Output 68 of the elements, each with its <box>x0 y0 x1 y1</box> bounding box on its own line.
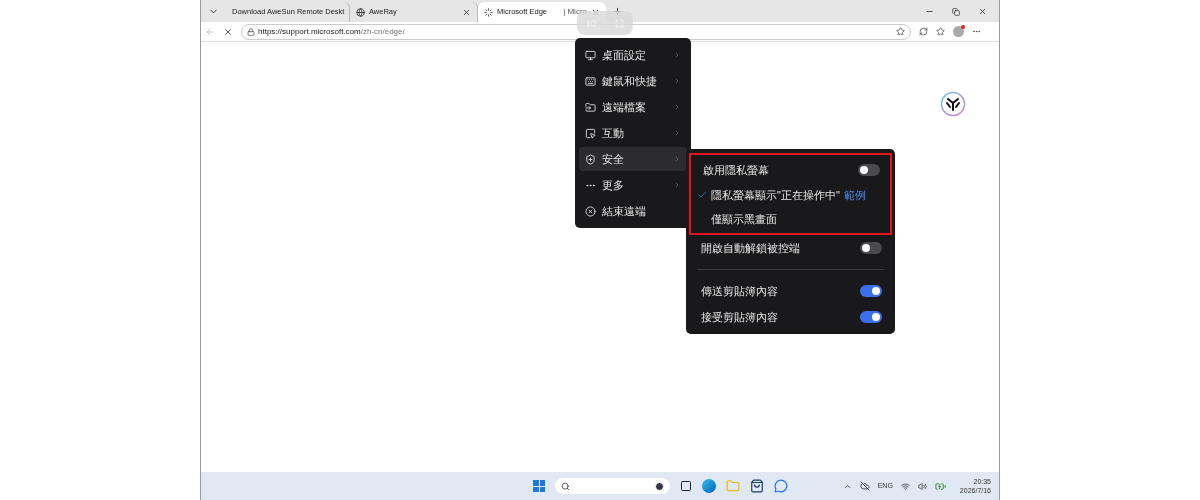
battery-icon[interactable] <box>934 480 946 492</box>
submenu-item[interactable]: 隱私螢幕顯示"正在操作中" 範例 <box>691 183 890 207</box>
menu-item[interactable]: 鍵鼠和快捷 <box>579 69 687 93</box>
folder-icon <box>585 101 596 113</box>
submenu-item[interactable]: 開啟自動解鎖被控端 <box>689 235 892 261</box>
more-icon[interactable] <box>972 27 981 36</box>
chat-icon[interactable] <box>774 479 789 493</box>
menu-item[interactable]: 結束遠端 <box>579 199 687 223</box>
menu-label: 結束遠端 <box>602 203 647 219</box>
submenu-item[interactable]: 傳送剪貼簿內容 <box>689 278 892 304</box>
chevron-right-icon <box>673 181 681 189</box>
favorites-icon[interactable] <box>936 27 945 36</box>
option-label: 啟用隱私螢幕 <box>703 162 769 178</box>
url-text: https://support.microsoft.com/zh-cn/edge/ <box>258 25 405 38</box>
toggle-switch[interactable] <box>858 164 880 176</box>
wifi-icon[interactable] <box>900 481 910 491</box>
close-icon[interactable] <box>462 7 471 17</box>
menu-label: 鍵鼠和快捷 <box>602 73 658 89</box>
menu-item[interactable]: 互動 <box>579 121 687 145</box>
submenu-item[interactable]: 啟用隱私螢幕 <box>691 157 890 183</box>
option-label: 僅顯示黑畫面 <box>711 211 777 227</box>
restore-icon[interactable] <box>952 7 960 16</box>
menu-label: 安全 <box>602 151 625 167</box>
menu-item[interactable]: 安全 <box>579 147 687 171</box>
chevron-right-icon <box>673 129 681 137</box>
search-icon <box>561 481 571 491</box>
submenu-item[interactable]: 僅顯示黑畫面 <box>691 207 890 231</box>
close-circle-icon <box>585 205 596 217</box>
cloud-off-icon[interactable] <box>859 481 870 491</box>
menu-label: 遠端檔案 <box>602 99 647 115</box>
example-link[interactable]: 範例 <box>843 186 866 204</box>
loading-icon <box>484 7 493 17</box>
monitor-icon <box>585 49 596 61</box>
toggle-switch[interactable] <box>860 242 882 254</box>
globe-icon <box>356 7 365 17</box>
menu-item[interactable]: 更多 <box>579 173 687 197</box>
toggle-switch[interactable] <box>860 311 882 323</box>
option-label: 傳送剪貼簿內容 <box>701 283 778 299</box>
logo-icon <box>940 91 966 117</box>
refresh-icon[interactable] <box>919 27 928 36</box>
menu-label: 桌面設定 <box>602 47 647 63</box>
store-icon[interactable] <box>750 479 765 493</box>
cursor-window-icon <box>585 127 596 139</box>
chevron-right-icon <box>673 155 681 163</box>
lock-icon <box>247 27 255 36</box>
menu-item[interactable]: 桌面設定 <box>579 43 687 67</box>
chevron-right-icon <box>673 77 681 85</box>
submenu-item[interactable]: 接受剪貼簿內容 <box>689 304 892 330</box>
volume-icon[interactable] <box>917 481 927 491</box>
start-icon[interactable] <box>533 480 546 492</box>
profile-avatar[interactable] <box>953 26 964 37</box>
favorite-icon[interactable] <box>896 27 905 36</box>
stop-icon[interactable] <box>223 26 233 37</box>
task-view-icon[interactable] <box>680 480 693 492</box>
keyboard-icon <box>585 75 596 87</box>
chevron-right-icon <box>673 51 681 59</box>
tab-title-suffix: | Micro <box>563 6 587 18</box>
chevron-right-icon <box>673 103 681 111</box>
menu-label: 互動 <box>602 125 625 141</box>
menu-label: 更多 <box>602 177 625 193</box>
menu-item[interactable]: 遠端檔案 <box>579 95 687 119</box>
shield-icon <box>585 153 596 165</box>
search-field[interactable] <box>555 478 671 494</box>
toggle-switch[interactable] <box>860 285 882 297</box>
option-label: 接受剪貼簿內容 <box>701 309 778 325</box>
option-label: 隱私螢幕顯示"正在操作中" <box>711 187 840 203</box>
close-icon[interactable] <box>978 7 987 16</box>
option-label: 開啟自動解鎖被控端 <box>701 240 800 256</box>
